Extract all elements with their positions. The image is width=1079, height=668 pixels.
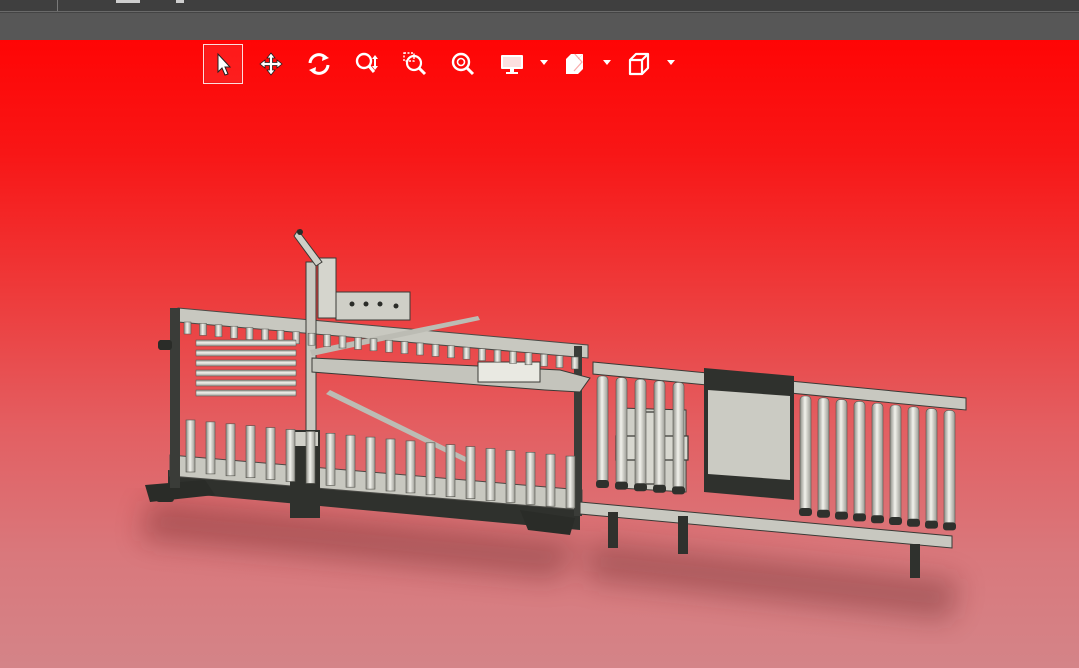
roller [195,369,297,377]
roller [185,419,196,473]
roller [462,346,471,360]
roller-wheel [853,513,866,522]
roller [465,446,476,499]
roller-wheel [596,480,609,488]
roller [871,402,884,522]
header-bar [0,13,1079,40]
roller [545,453,556,507]
roller [509,351,517,364]
roller [183,321,192,335]
roller [323,334,331,347]
roller [195,379,297,387]
roller [307,332,316,346]
roller [445,444,456,498]
roller [325,432,336,486]
roller [195,349,297,357]
roller [817,397,830,517]
roller [195,339,297,347]
roller [525,451,536,505]
title-strip [0,0,1079,12]
roller [571,356,579,370]
title-strip-divider [57,0,58,11]
roller [214,324,223,338]
roller [925,408,938,527]
roller [400,341,409,354]
roller [505,450,516,503]
roller-wheel [799,508,812,516]
roller [405,440,416,494]
roller [385,438,396,492]
roller [853,401,866,520]
roller [835,399,848,518]
roller-wheel [925,520,938,529]
roller [565,455,576,509]
roller-wheel [817,509,830,518]
roller [493,349,502,363]
roller [634,378,647,488]
roller-wheel [672,486,685,495]
roller [338,335,347,349]
roller [354,337,362,350]
conveyor-assembly-model[interactable]: /* placeholder */ [0,40,1079,668]
roller [195,359,297,367]
roller [431,344,440,357]
toolbar-fragment-icon[interactable] [176,0,184,3]
roller [485,448,496,501]
roller-wheel [653,484,666,493]
roller [447,345,455,359]
roller [943,410,956,529]
roller [907,406,920,526]
roller [365,436,376,490]
toolbar-fragment-icon[interactable] [116,0,140,3]
roller [261,328,269,342]
roller [345,434,356,488]
roller [285,429,296,482]
roller [205,421,216,475]
roller [416,342,424,356]
roller [425,442,436,496]
roller-wheel [835,511,848,520]
roller-wheel [907,518,920,527]
roller [199,323,207,336]
roller [245,425,256,479]
roller [889,404,902,524]
roller [225,423,236,477]
roller-wheel [889,517,902,525]
roller-wheel [634,483,647,492]
roller [672,382,685,491]
roller [540,353,548,367]
roller-wheel [871,515,884,524]
roller [265,427,276,480]
roller-wheel [615,481,628,490]
roller-wheel [943,522,956,531]
roller [369,338,378,352]
3d-viewport[interactable]: /* placeholder */ [0,40,1079,668]
roller [524,352,533,366]
roller [555,355,564,368]
roller [245,327,254,340]
roller [615,377,628,486]
roller [385,339,393,353]
roller [305,431,316,484]
roller [195,389,297,397]
roller [596,375,609,485]
roller [230,325,238,339]
roller [653,380,666,490]
roller [478,348,486,361]
roller [799,395,812,515]
